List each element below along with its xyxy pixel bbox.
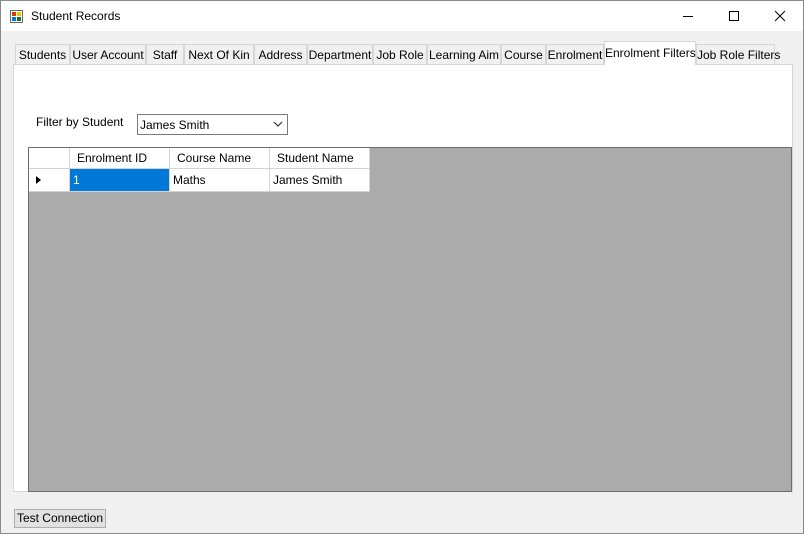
- student-filter-value: James Smith: [140, 118, 210, 132]
- window-title: Student Records: [31, 9, 121, 23]
- tab-enrolment-filters[interactable]: Enrolment Filters: [604, 41, 696, 65]
- enrolment-filters-panel: Filter by Student James Smith Enrolment …: [13, 64, 793, 492]
- enrolment-grid[interactable]: Enrolment ID Course Name Student Name 1 …: [28, 147, 792, 492]
- chevron-down-icon: [273, 121, 283, 127]
- app-icon: [10, 10, 23, 23]
- column-header-course-name[interactable]: Course Name: [170, 148, 270, 169]
- tab-learning-aim[interactable]: Learning Aim: [427, 44, 501, 64]
- student-filter-dropdown[interactable]: James Smith: [137, 114, 288, 135]
- close-button[interactable]: [757, 1, 803, 31]
- test-connection-button[interactable]: Test Connection: [14, 509, 106, 528]
- close-icon: [774, 10, 786, 22]
- cell-course-name[interactable]: Maths: [170, 169, 270, 192]
- tab-staff[interactable]: Staff: [146, 44, 184, 64]
- cell-student-name[interactable]: James Smith: [270, 169, 370, 192]
- table-row[interactable]: 1 Maths James Smith: [29, 169, 370, 192]
- column-header-enrolment-id[interactable]: Enrolment ID: [70, 148, 170, 169]
- tab-course[interactable]: Course: [501, 44, 546, 64]
- title-bar[interactable]: Student Records: [1, 1, 803, 31]
- tab-department[interactable]: Department: [307, 44, 373, 64]
- row-header[interactable]: [29, 169, 70, 192]
- tab-next-of-kin[interactable]: Next Of Kin: [184, 44, 254, 64]
- tab-students[interactable]: Students: [15, 44, 70, 64]
- maximize-icon: [729, 11, 739, 21]
- tab-job-role-filters[interactable]: Job Role Filters: [696, 44, 780, 64]
- grid-corner-header[interactable]: [29, 148, 70, 169]
- filter-by-student-label: Filter by Student: [36, 115, 124, 129]
- main-window: Student Records Students User Account St…: [0, 0, 804, 534]
- grid-header-row: Enrolment ID Course Name Student Name: [29, 148, 370, 169]
- maximize-button[interactable]: [711, 1, 757, 31]
- column-header-student-name[interactable]: Student Name: [270, 148, 370, 169]
- tab-enrolment[interactable]: Enrolment: [546, 44, 604, 64]
- tab-address[interactable]: Address: [254, 44, 307, 64]
- cell-enrolment-id[interactable]: 1: [70, 169, 170, 192]
- tab-strip: Students User Account Staff Next Of Kin …: [15, 41, 795, 65]
- current-row-arrow-icon: [36, 176, 41, 184]
- minimize-button[interactable]: [665, 1, 711, 31]
- tab-user-account[interactable]: User Account: [70, 44, 146, 64]
- tab-job-role[interactable]: Job Role: [373, 44, 427, 64]
- minimize-icon: [683, 16, 693, 17]
